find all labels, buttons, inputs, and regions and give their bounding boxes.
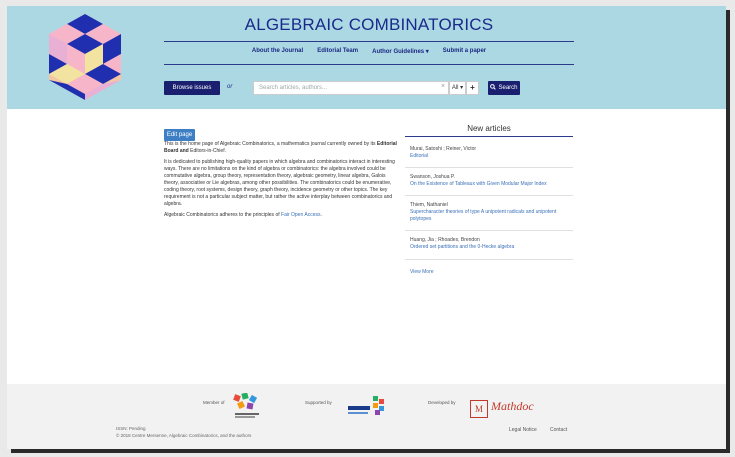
- new-articles-title: New articles: [467, 124, 511, 133]
- edit-page-button[interactable]: Edit page: [164, 129, 195, 141]
- copyright-text: © 2018 Centre Mersenne, Algebraic Combin…: [116, 433, 252, 438]
- contact-link[interactable]: Contact: [550, 427, 567, 433]
- or-label: or: [227, 84, 233, 90]
- intro-paragraph-1: This is the home page of Algebraic Combi…: [164, 141, 397, 155]
- fair-open-access-link[interactable]: Fair Open Access: [281, 212, 320, 218]
- supported-by-label: Supported by: [305, 400, 332, 405]
- intro-paragraph-3: Algebraic Combinatorics adheres to the p…: [164, 212, 397, 219]
- clear-search-icon[interactable]: ×: [441, 83, 445, 90]
- article-title-link[interactable]: On the Existence of Tableaux with Given …: [410, 181, 570, 188]
- mathrix-logo[interactable]: [348, 396, 388, 418]
- intro-paragraph-2: It is dedicated to publishing high-quali…: [164, 159, 395, 207]
- article-authors: Murai, Satoshi ; Reiner, Victor: [410, 146, 477, 152]
- main-nav: About the Journal Editorial Team Author …: [164, 48, 574, 55]
- intro-p1-tail: Editors-in-Chief.: [188, 148, 226, 154]
- advanced-search-button[interactable]: +: [466, 81, 479, 95]
- nav-about[interactable]: About the Journal: [252, 48, 303, 55]
- nav-author-guidelines[interactable]: Author Guidelines ▾: [372, 48, 429, 55]
- view-more-link[interactable]: View More: [410, 269, 434, 275]
- member-of-label: Member of: [203, 400, 225, 405]
- article-item: Huang, Jia ; Rhoades, Brendon Ordered se…: [410, 237, 570, 251]
- intro-p1-text: This is the home page of Algebraic Combi…: [164, 141, 377, 147]
- site-header: ALGEBRAIC COMBINATORICS About the Journa…: [7, 6, 726, 109]
- article-title-link[interactable]: Supercharacter theories of type A unipot…: [410, 209, 570, 223]
- article-divider: [405, 167, 573, 168]
- developed-by-label: Developed by: [428, 400, 456, 405]
- nav-submit[interactable]: Submit a paper: [443, 48, 486, 55]
- mathdoc-logo-text[interactable]: Mathdoc: [491, 399, 534, 414]
- article-item: Thiem, Nathaniel Supercharacter theories…: [410, 202, 570, 223]
- search-button[interactable]: Search: [488, 81, 520, 95]
- article-title-link[interactable]: Ordered set partitions and the 0-Hecke a…: [410, 244, 570, 251]
- title-rule-top: [164, 41, 574, 42]
- nav-editorial-team[interactable]: Editorial Team: [317, 48, 358, 55]
- search-button-label: Search: [498, 85, 518, 91]
- legal-notice-link[interactable]: Legal Notice: [509, 427, 537, 433]
- article-authors: Swanson, Joshua P.: [410, 174, 455, 180]
- new-articles-rule: [405, 136, 573, 137]
- search-icon: [490, 84, 497, 90]
- article-divider: [405, 195, 573, 196]
- article-divider: [405, 259, 573, 260]
- search-filter-dropdown[interactable]: All ▾: [449, 81, 466, 95]
- intro-p3-text: Algebraic Combinatorics adheres to the p…: [164, 212, 282, 218]
- article-authors: Huang, Jia ; Rhoades, Brendon: [410, 237, 480, 243]
- site-title[interactable]: ALGEBRAIC COMBINATORICS: [164, 15, 574, 35]
- article-divider: [405, 230, 573, 231]
- centre-mersenne-logo[interactable]: [230, 393, 262, 419]
- page: ALGEBRAIC COMBINATORICS About the Journa…: [7, 6, 726, 449]
- issn-text: ISSN: Pending: [116, 426, 146, 431]
- journal-logo[interactable]: [49, 14, 121, 100]
- title-rule-bottom: [164, 64, 574, 65]
- article-title-link[interactable]: Editorial: [410, 153, 570, 160]
- browse-issues-button[interactable]: Browse issues: [164, 81, 220, 95]
- article-authors: Thiem, Nathaniel: [410, 202, 448, 208]
- intro-p3-tail: .: [320, 212, 322, 218]
- article-item: Murai, Satoshi ; Reiner, Victor Editoria…: [410, 146, 570, 160]
- intro-text: This is the home page of Algebraic Combi…: [164, 141, 397, 223]
- mathdoc-logo-mark[interactable]: M: [470, 400, 488, 418]
- article-item: Swanson, Joshua P. On the Existence of T…: [410, 174, 570, 188]
- search-input[interactable]: Search articles, authors...: [253, 81, 449, 95]
